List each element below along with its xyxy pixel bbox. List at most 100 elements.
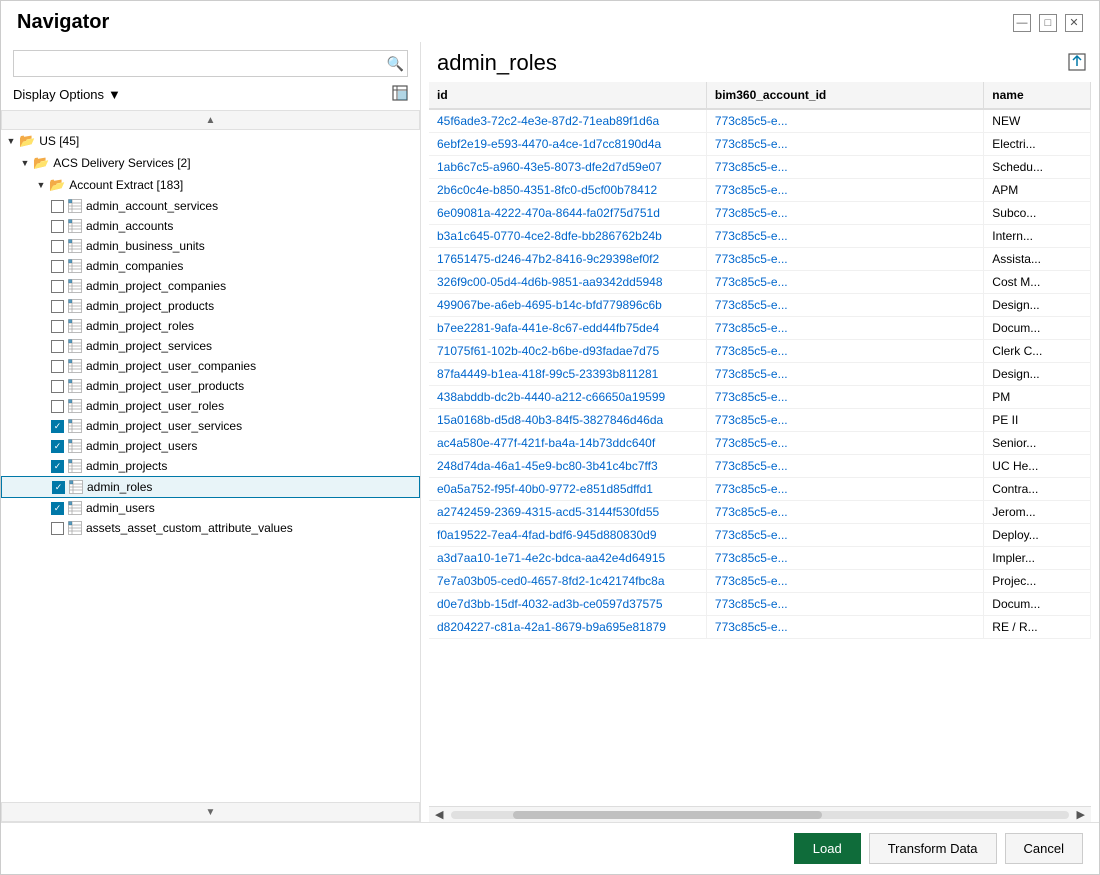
- search-button[interactable]: 🔍: [387, 55, 404, 72]
- minimize-button[interactable]: —: [1013, 14, 1031, 32]
- tree-item-admin_project_users[interactable]: admin_project_users: [1, 436, 420, 456]
- tree-item-admin_users[interactable]: admin_users: [1, 498, 420, 518]
- table-row[interactable]: f0a19522-7ea4-4fad-bdf6-945d880830d9773c…: [429, 524, 1091, 547]
- table-row[interactable]: ac4a580e-477f-421f-ba4a-14b73ddc640f773c…: [429, 432, 1091, 455]
- scroll-thumb[interactable]: [513, 811, 822, 819]
- table-row[interactable]: d0e7d3bb-15df-4032-ad3b-ce0597d37575773c…: [429, 593, 1091, 616]
- tree-item-account-extract[interactable]: ▼ 📂 Account Extract [183]: [1, 174, 420, 196]
- tree-label-admin_project_user_services: admin_project_user_services: [86, 419, 242, 433]
- tree-item-admin_project_user_products[interactable]: admin_project_user_products: [1, 376, 420, 396]
- checkbox-admin_roles[interactable]: [52, 481, 65, 494]
- load-button[interactable]: Load: [794, 833, 861, 864]
- table-row[interactable]: e0a5a752-f95f-40b0-9772-e851d85dffd1773c…: [429, 478, 1091, 501]
- tree-item-assets_asset_custom_attribute_values[interactable]: assets_asset_custom_attribute_values: [1, 518, 420, 538]
- checkbox-admin_project_roles[interactable]: [51, 320, 64, 333]
- tree-item-admin_business_units[interactable]: admin_business_units: [1, 236, 420, 256]
- table-row[interactable]: 2b6c0c4e-b850-4351-8fc0-d5cf00b78412773c…: [429, 179, 1091, 202]
- table-row[interactable]: a2742459-2369-4315-acd5-3144f530fd55773c…: [429, 501, 1091, 524]
- table-row[interactable]: 326f9c00-05d4-4d6b-9851-aa9342dd5948773c…: [429, 271, 1091, 294]
- table-icon-admin_project_roles: [68, 319, 82, 333]
- table-row[interactable]: 1ab6c7c5-a960-43e5-8073-dfe2d7d59e07773c…: [429, 156, 1091, 179]
- cell-name-16: Contra...: [984, 478, 1091, 501]
- table-row[interactable]: 87fa4449-b1ea-418f-99c5-23393b811281773c…: [429, 363, 1091, 386]
- table-row[interactable]: 6e09081a-4222-470a-8644-fa02f75d751d773c…: [429, 202, 1091, 225]
- tree-item-admin_project_products[interactable]: admin_project_products: [1, 296, 420, 316]
- table-icon-admin_roles: [69, 480, 83, 494]
- table-scroll-wrapper[interactable]: id bim360_account_id name 45f6ade3-72c2-…: [429, 82, 1091, 806]
- transform-data-button[interactable]: Transform Data: [869, 833, 997, 864]
- scroll-right-button[interactable]: ▶: [1073, 808, 1089, 821]
- checkbox-admin_project_users[interactable]: [51, 440, 64, 453]
- tree-label-admin_users: admin_users: [86, 501, 155, 515]
- checkbox-admin_project_user_services[interactable]: [51, 420, 64, 433]
- checkbox-admin_business_units[interactable]: [51, 240, 64, 253]
- tree-item-admin_project_user_roles[interactable]: admin_project_user_roles: [1, 396, 420, 416]
- table-row[interactable]: 6ebf2e19-e593-4470-a4ce-1d7cc8190d4a773c…: [429, 133, 1091, 156]
- scroll-up-button[interactable]: ▲: [1, 110, 420, 130]
- table-icon-assets_asset_custom_attribute_values: [68, 521, 82, 535]
- cell-bim-19: 773c85c5-e...: [706, 547, 983, 570]
- maximize-button[interactable]: □: [1039, 14, 1057, 32]
- checkbox-admin_project_user_products[interactable]: [51, 380, 64, 393]
- cell-bim-17: 773c85c5-e...: [706, 501, 983, 524]
- table-row[interactable]: 17651475-d246-47b2-8416-9c29398ef0f2773c…: [429, 248, 1091, 271]
- cell-id-8: 499067be-a6eb-4695-b14c-bfd779896c6b: [429, 294, 706, 317]
- table-row[interactable]: 499067be-a6eb-4695-b14c-bfd779896c6b773c…: [429, 294, 1091, 317]
- display-options-button[interactable]: Display Options ▼: [13, 87, 121, 102]
- table-row[interactable]: 7e7a03b05-ced0-4657-8fd2-1c42174fbc8a773…: [429, 570, 1091, 593]
- horizontal-scrollbar[interactable]: ◀ ▶: [429, 806, 1091, 822]
- scroll-left-button[interactable]: ◀: [431, 808, 447, 821]
- table-row[interactable]: 15a0168b-d5d8-40b3-84f5-3827846d46da773c…: [429, 409, 1091, 432]
- tree-item-admin_project_roles[interactable]: admin_project_roles: [1, 316, 420, 336]
- checkbox-admin_accounts[interactable]: [51, 220, 64, 233]
- tree-label-acs: ACS Delivery Services [2]: [53, 156, 190, 170]
- select-related-button[interactable]: [392, 85, 408, 104]
- scroll-down-button[interactable]: ▼: [1, 802, 420, 822]
- tree-item-admin_companies[interactable]: admin_companies: [1, 256, 420, 276]
- tree-item-admin_project_user_companies[interactable]: admin_project_user_companies: [1, 356, 420, 376]
- table-icon-admin_account_services: [68, 199, 82, 213]
- tree-item-admin_project_companies[interactable]: admin_project_companies: [1, 276, 420, 296]
- tree-item-admin_roles[interactable]: admin_roles: [1, 476, 420, 498]
- cancel-button[interactable]: Cancel: [1005, 833, 1083, 864]
- checkbox-assets_asset_custom_attribute_values[interactable]: [51, 522, 64, 535]
- close-button[interactable]: ✕: [1065, 14, 1083, 32]
- checkbox-admin_project_companies[interactable]: [51, 280, 64, 293]
- table-icon-admin_project_user_services: [68, 419, 82, 433]
- table-row[interactable]: d8204227-c81a-42a1-8679-b9a695e81879773c…: [429, 616, 1091, 639]
- tree-area: ▼ 📂 US [45] ▼ 📂 ACS Delivery Services [2…: [1, 130, 420, 802]
- search-input[interactable]: [13, 50, 408, 77]
- table-options-button[interactable]: [1067, 52, 1087, 75]
- tree-item-admin_accounts[interactable]: admin_accounts: [1, 216, 420, 236]
- table-row[interactable]: 248d74da-46a1-45e9-bc80-3b41c4bc7ff3773c…: [429, 455, 1091, 478]
- checkbox-admin_project_products[interactable]: [51, 300, 64, 313]
- tree-item-admin_project_user_services[interactable]: admin_project_user_services: [1, 416, 420, 436]
- checkbox-admin_account_services[interactable]: [51, 200, 64, 213]
- cell-name-17: Jerom...: [984, 501, 1091, 524]
- table-row[interactable]: 71075f61-102b-40c2-b6be-d93fadae7d75773c…: [429, 340, 1091, 363]
- tree-label-admin_project_user_companies: admin_project_user_companies: [86, 359, 256, 373]
- tree-item-admin_project_services[interactable]: admin_project_services: [1, 336, 420, 356]
- cell-name-15: UC He...: [984, 455, 1091, 478]
- checkbox-admin_companies[interactable]: [51, 260, 64, 273]
- cell-name-22: RE / R...: [984, 616, 1091, 639]
- tree-item-us[interactable]: ▼ 📂 US [45]: [1, 130, 420, 152]
- cell-id-1: 6ebf2e19-e593-4470-a4ce-1d7cc8190d4a: [429, 133, 706, 156]
- checkbox-admin_project_services[interactable]: [51, 340, 64, 353]
- table-row[interactable]: 45f6ade3-72c2-4e3e-87d2-71eab89f1d6a773c…: [429, 109, 1091, 133]
- checkbox-admin_project_user_roles[interactable]: [51, 400, 64, 413]
- tree-item-acs[interactable]: ▼ 📂 ACS Delivery Services [2]: [1, 152, 420, 174]
- cell-bim-8: 773c85c5-e...: [706, 294, 983, 317]
- scroll-track[interactable]: [451, 811, 1068, 819]
- display-options-label: Display Options: [13, 87, 104, 102]
- checkbox-admin_project_user_companies[interactable]: [51, 360, 64, 373]
- table-row[interactable]: a3d7aa10-1e71-4e2c-bdca-aa42e4d64915773c…: [429, 547, 1091, 570]
- tree-item-admin_account_services[interactable]: admin_account_services: [1, 196, 420, 216]
- tree-item-admin_projects[interactable]: admin_projects: [1, 456, 420, 476]
- checkbox-admin_users[interactable]: [51, 502, 64, 515]
- checkbox-admin_projects[interactable]: [51, 460, 64, 473]
- table-row[interactable]: b3a1c645-0770-4ce2-8dfe-bb286762b24b773c…: [429, 225, 1091, 248]
- table-title-row: admin_roles: [421, 42, 1099, 82]
- table-row[interactable]: 438abddb-dc2b-4440-a212-c66650a19599773c…: [429, 386, 1091, 409]
- table-row[interactable]: b7ee2281-9afa-441e-8c67-edd44fb75de4773c…: [429, 317, 1091, 340]
